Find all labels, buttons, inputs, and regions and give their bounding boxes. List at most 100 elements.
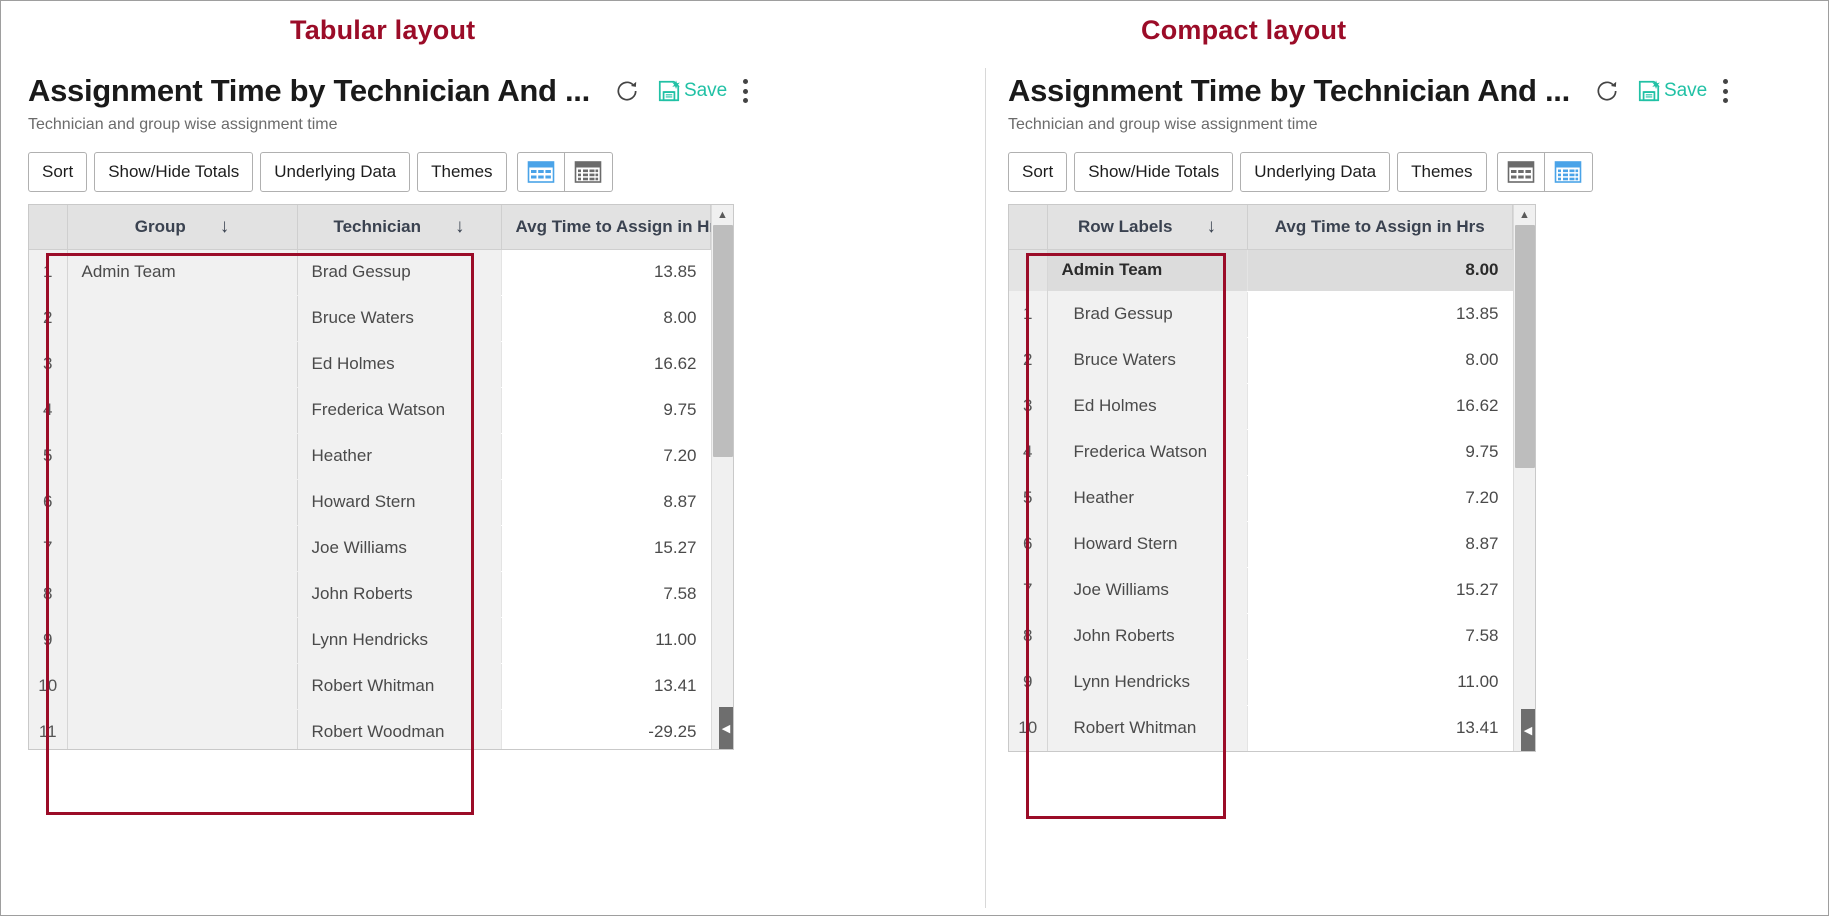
cell-row-label[interactable]: Frederica Watson [1047, 429, 1247, 475]
cell-row-label[interactable]: Heather [1047, 475, 1247, 521]
show-hide-totals-button[interactable]: Show/Hide Totals [94, 152, 254, 192]
table-row[interactable]: 11 Robert Woodman -29.25 [29, 709, 711, 749]
column-header-avg-time[interactable]: Avg Time to Assign in Hrs [1247, 205, 1513, 250]
themes-button[interactable]: Themes [1397, 152, 1487, 192]
table-row[interactable]: 9 Lynn Hendricks 11.00 [29, 617, 711, 663]
cell-avg-time[interactable]: 13.41 [1246, 705, 1513, 751]
cell-row-label[interactable]: John Roberts [1047, 613, 1247, 659]
cell-group[interactable] [67, 571, 297, 617]
cell-technician[interactable]: Bruce Waters [296, 295, 501, 341]
table-row[interactable]: 9 Lynn Hendricks 11.00 [1009, 659, 1513, 705]
table-row[interactable]: 7 Joe Williams 15.27 [29, 525, 711, 571]
cell-avg-time[interactable]: 15.27 [500, 525, 711, 571]
table-row[interactable]: 4 Frederica Watson 9.75 [29, 387, 711, 433]
cell-avg-time[interactable]: 16.62 [1246, 383, 1513, 429]
underlying-data-button[interactable]: Underlying Data [260, 152, 411, 192]
underlying-data-button[interactable]: Underlying Data [1240, 152, 1391, 192]
cell-technician[interactable]: Howard Stern [296, 479, 501, 525]
scrollbar-track[interactable] [712, 225, 734, 729]
scrollbar-thumb[interactable] [712, 225, 733, 457]
column-header-avg-time[interactable]: Avg Time to Assign in Hrs [501, 205, 711, 250]
cell-technician[interactable]: Joe Williams [296, 525, 501, 571]
table-row[interactable]: 5 Heather 7.20 [1009, 475, 1513, 521]
refresh-icon[interactable] [614, 78, 640, 104]
cell-avg-time[interactable]: 8.87 [1246, 521, 1513, 567]
table-row[interactable]: 10 Robert Whitman 13.41 [29, 663, 711, 709]
vertical-scrollbar-left[interactable]: ▲ ▼ [711, 205, 733, 749]
cell-avg-time[interactable]: 7.20 [500, 433, 711, 479]
table-row[interactable]: 6 Howard Stern 8.87 [1009, 521, 1513, 567]
kebab-menu-icon[interactable] [743, 79, 749, 103]
table-row[interactable]: 8 John Roberts 7.58 [1009, 613, 1513, 659]
cell-group[interactable] [67, 295, 297, 341]
vertical-scrollbar-right[interactable]: ▲ ▼ [1513, 205, 1535, 751]
scrollbar-track[interactable] [1514, 225, 1536, 731]
column-header-group[interactable]: Group ↓ [67, 205, 298, 250]
cell-row-label[interactable]: Brad Gessup [1047, 291, 1247, 337]
cell-group[interactable] [67, 341, 297, 387]
compact-layout-icon[interactable] [564, 152, 613, 192]
tabular-layout-icon[interactable] [1496, 152, 1545, 192]
table-row[interactable]: 5 Heather 7.20 [29, 433, 711, 479]
show-hide-totals-button[interactable]: Show/Hide Totals [1074, 152, 1234, 192]
column-header-row-labels[interactable]: Row Labels ↓ [1047, 205, 1248, 250]
cell-technician[interactable]: Robert Whitman [296, 663, 501, 709]
column-resize-handle[interactable]: ◀ [1521, 709, 1535, 751]
tabular-layout-icon[interactable] [516, 152, 565, 192]
table-row[interactable]: 7 Joe Williams 15.27 [1009, 567, 1513, 613]
cell-technician[interactable]: Robert Woodman [296, 709, 501, 749]
cell-group[interactable] [67, 525, 297, 571]
cell-row-label[interactable]: Robert Whitman [1047, 705, 1247, 751]
compact-layout-icon[interactable] [1544, 152, 1593, 192]
save-button[interactable]: Save [1636, 78, 1707, 104]
cell-avg-time[interactable]: 13.41 [500, 663, 711, 709]
cell-technician[interactable]: Ed Holmes [296, 341, 501, 387]
cell-row-label[interactable]: Lynn Hendricks [1047, 659, 1247, 705]
table-row[interactable]: 6 Howard Stern 8.87 [29, 479, 711, 525]
cell-group[interactable]: Admin Team [67, 249, 297, 295]
cell-avg-time[interactable]: -29.25 [500, 709, 711, 749]
cell-avg-time[interactable]: 13.85 [500, 249, 711, 295]
column-header-technician[interactable]: Technician ↓ [297, 205, 502, 250]
table-row[interactable]: 4 Frederica Watson 9.75 [1009, 429, 1513, 475]
sort-arrow-icon[interactable]: ↓ [220, 216, 230, 238]
cell-group-label[interactable]: Admin Team [1047, 249, 1247, 291]
cell-technician[interactable]: Heather [296, 433, 501, 479]
table-row[interactable]: 1 Admin Team Brad Gessup 13.85 [29, 249, 711, 295]
themes-button[interactable]: Themes [417, 152, 507, 192]
cell-group[interactable] [67, 617, 297, 663]
cell-technician[interactable]: Brad Gessup [296, 249, 501, 295]
sort-button[interactable]: Sort [1008, 152, 1068, 192]
sort-arrow-icon[interactable]: ↓ [1206, 216, 1216, 238]
scroll-up-icon[interactable]: ▲ [712, 205, 734, 225]
cell-avg-time[interactable]: 9.75 [500, 387, 711, 433]
cell-group[interactable] [67, 387, 297, 433]
table-row[interactable]: 3 Ed Holmes 16.62 [29, 341, 711, 387]
group-total-row[interactable]: Admin Team 8.00 [1009, 249, 1513, 291]
cell-avg-time[interactable]: 7.20 [1246, 475, 1513, 521]
table-row[interactable]: 1 Brad Gessup 13.85 [1009, 291, 1513, 337]
cell-avg-time[interactable]: 9.75 [1246, 429, 1513, 475]
cell-avg-time[interactable]: 15.27 [1246, 567, 1513, 613]
cell-technician[interactable]: Lynn Hendricks [296, 617, 501, 663]
table-row[interactable]: 10 Robert Whitman 13.41 [1009, 705, 1513, 751]
save-button[interactable]: Save [656, 78, 727, 104]
cell-group[interactable] [67, 479, 297, 525]
cell-row-label[interactable]: Bruce Waters [1047, 337, 1247, 383]
cell-row-label[interactable]: Joe Williams [1047, 567, 1247, 613]
cell-group[interactable] [67, 709, 297, 749]
cell-avg-time[interactable]: 8.00 [500, 295, 711, 341]
scroll-up-icon[interactable]: ▲ [1514, 205, 1536, 225]
cell-avg-time[interactable]: 16.62 [500, 341, 711, 387]
cell-group[interactable] [67, 663, 297, 709]
cell-avg-time[interactable]: 7.58 [500, 571, 711, 617]
cell-technician[interactable]: Frederica Watson [296, 387, 501, 433]
table-row[interactable]: 2 Bruce Waters 8.00 [29, 295, 711, 341]
refresh-icon[interactable] [1594, 78, 1620, 104]
table-row[interactable]: 3 Ed Holmes 16.62 [1009, 383, 1513, 429]
cell-avg-time[interactable]: 13.85 [1246, 291, 1513, 337]
cell-row-label[interactable]: Howard Stern [1047, 521, 1247, 567]
table-row[interactable]: 2 Bruce Waters 8.00 [1009, 337, 1513, 383]
sort-arrow-icon[interactable]: ↓ [455, 216, 465, 238]
cell-group-total[interactable]: 8.00 [1246, 249, 1513, 291]
